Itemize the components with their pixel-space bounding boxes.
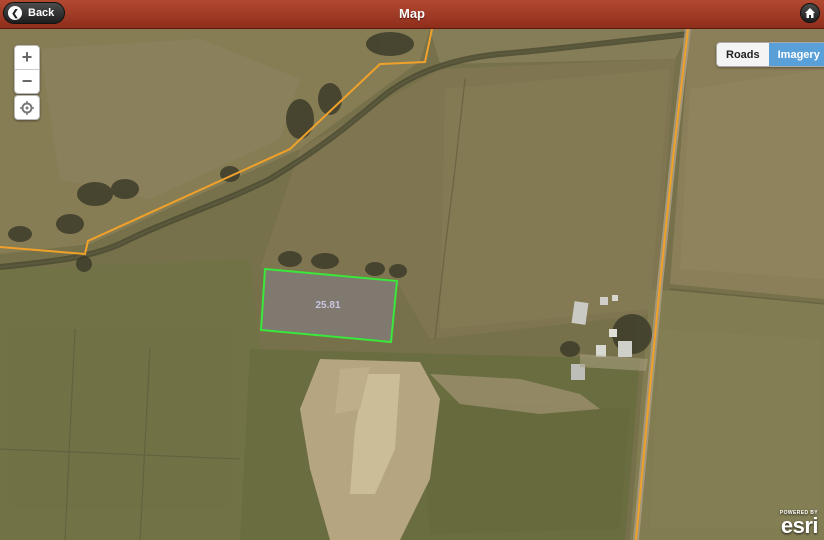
satellite-imagery[interactable]: 25.81 <box>0 29 824 540</box>
parcel-acreage-label: 25.81 <box>315 300 340 311</box>
home-icon <box>805 8 815 18</box>
imagery-toggle-button[interactable]: Imagery <box>768 43 824 66</box>
locate-button[interactable] <box>14 95 40 120</box>
page-title: Map <box>399 6 425 21</box>
zoom-control: + − <box>14 45 40 94</box>
header-bar: ❮ Back Map <box>0 0 824 29</box>
basemap-toggle: Roads Imagery <box>716 42 824 67</box>
esri-logo: esri <box>780 513 819 538</box>
roads-toggle-button[interactable]: Roads <box>717 43 769 66</box>
esri-attribution: POWERED BY esri <box>780 510 819 538</box>
map-view[interactable]: 25.81 <box>0 29 824 540</box>
home-button[interactable] <box>800 3 820 23</box>
plus-icon: + <box>21 47 33 67</box>
zoom-out-button[interactable]: − <box>15 69 39 93</box>
zoom-in-button[interactable]: + <box>15 46 39 69</box>
locate-icon <box>20 100 34 115</box>
minus-icon: − <box>21 71 33 91</box>
map-app: ❮ Back Map 25.81 + − Roads Imagery POWER… <box>0 0 824 540</box>
